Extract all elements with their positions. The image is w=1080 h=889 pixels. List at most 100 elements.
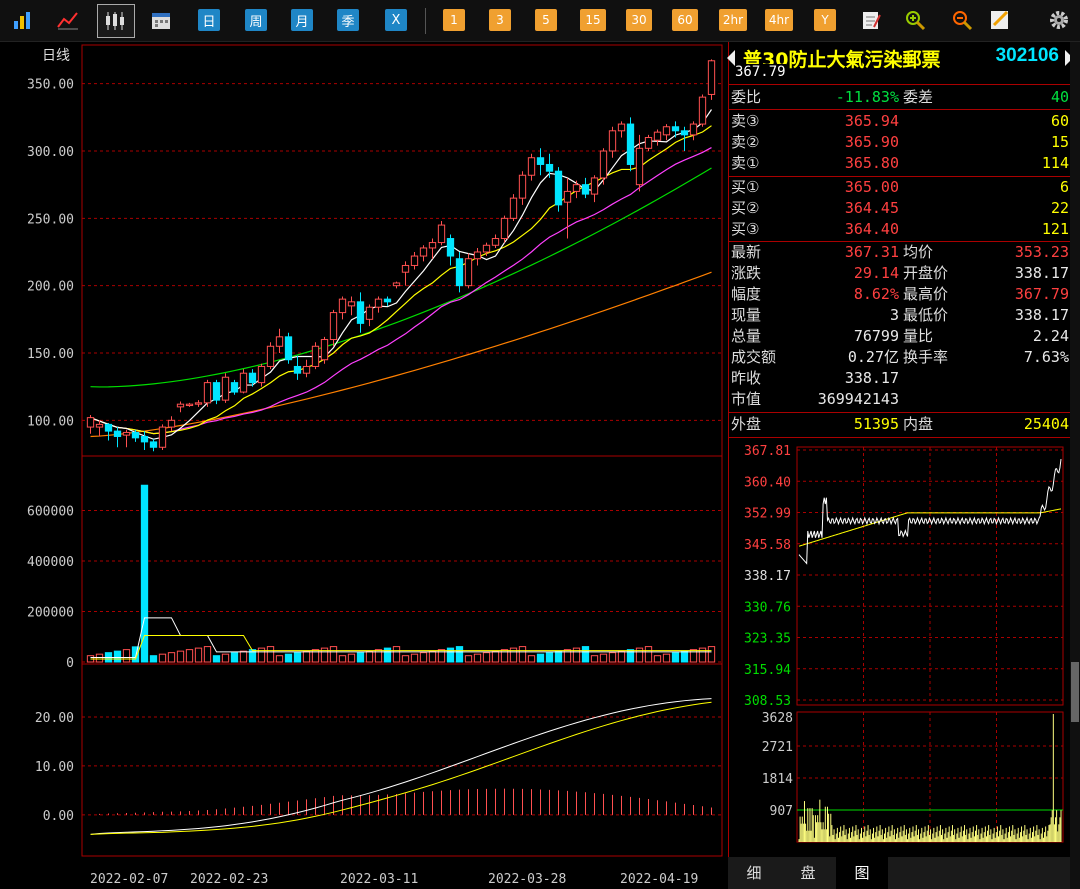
candle-body bbox=[527, 157, 536, 176]
candle-body bbox=[563, 190, 572, 203]
interval-4hr-button[interactable]: 4hr bbox=[765, 9, 793, 31]
volume-bar bbox=[617, 650, 626, 663]
candle-body bbox=[311, 345, 320, 367]
volume-bar bbox=[401, 655, 410, 663]
price-axis-label: 200.00 bbox=[27, 280, 74, 295]
interval-2hr-button[interactable]: 2hr bbox=[719, 9, 747, 31]
notepad-icon[interactable] bbox=[860, 9, 882, 31]
quote-label: 均价 bbox=[903, 243, 934, 261]
inner-label: 内盘 bbox=[903, 415, 934, 433]
line-chart-icon[interactable] bbox=[56, 9, 80, 31]
panel-tabs: 细 盘 图 bbox=[728, 857, 1080, 889]
ask-label: 卖② bbox=[731, 133, 760, 151]
macd-dif-line bbox=[90, 698, 712, 835]
period-week-button[interactable]: 周 bbox=[245, 9, 267, 31]
quote-value: 2.24 bbox=[1032, 327, 1069, 345]
tab-chart[interactable]: 图 bbox=[836, 857, 888, 889]
inner-value: 25404 bbox=[1023, 415, 1069, 433]
toolbar-divider bbox=[425, 8, 426, 34]
intraday-price-label: 323.35 bbox=[744, 632, 791, 647]
quote-value: 3 bbox=[889, 306, 899, 324]
volume-axis-label: 400000 bbox=[27, 555, 74, 570]
candlestick-icon[interactable] bbox=[97, 4, 135, 38]
candle-body bbox=[284, 336, 293, 361]
edit-icon[interactable] bbox=[989, 9, 1011, 31]
quote-row: 成交额 0.27亿 换手率 7.63% bbox=[729, 347, 1071, 368]
candle-body bbox=[275, 336, 284, 347]
period-day-button[interactable]: 日 bbox=[198, 9, 220, 31]
candle-body bbox=[131, 431, 140, 439]
quote-label: 量比 bbox=[903, 327, 934, 345]
volume-bar bbox=[662, 653, 671, 663]
candle-body bbox=[482, 244, 491, 253]
period-month-button[interactable]: 月 bbox=[291, 9, 313, 31]
candle-body bbox=[320, 339, 329, 361]
volume-bar bbox=[455, 646, 464, 663]
volume-bar bbox=[347, 653, 356, 663]
tab-book[interactable]: 盘 bbox=[782, 857, 834, 889]
volume-axis-label: 0 bbox=[66, 656, 74, 671]
candle-body bbox=[176, 403, 185, 408]
volume-bar bbox=[482, 652, 491, 663]
candle-body bbox=[644, 137, 653, 149]
volume-bar bbox=[167, 652, 176, 663]
candle-body bbox=[302, 365, 311, 374]
gear-icon[interactable] bbox=[1046, 9, 1072, 31]
bar-chart-icon[interactable] bbox=[12, 9, 34, 31]
ma20-line bbox=[90, 147, 712, 435]
period-quarter-button[interactable]: 季 bbox=[337, 9, 359, 31]
divider bbox=[729, 412, 1071, 413]
intraday-volume-label: 1814 bbox=[762, 772, 793, 787]
ma5-line bbox=[90, 109, 712, 440]
quote-row: 昨收 338.17 bbox=[729, 368, 1071, 389]
candle-body bbox=[221, 376, 230, 401]
candle-body bbox=[599, 150, 608, 179]
zoom-out-icon[interactable] bbox=[951, 9, 973, 31]
ask-row: 卖③ 365.94 60 bbox=[729, 111, 1071, 132]
chart-canvas[interactable]: 日线 350.00 300.00 250.00 200.00 150.00 100.00 6… bbox=[0, 42, 728, 889]
quote-value: 76799 bbox=[853, 327, 899, 345]
interval-5-button[interactable]: 5 bbox=[535, 9, 557, 31]
tab-detail[interactable]: 细 bbox=[728, 857, 780, 889]
volume-bar bbox=[122, 649, 131, 663]
volume-bar bbox=[392, 646, 401, 663]
kline-chart[interactable]: 日线 350.00 300.00 250.00 200.00 150.00 100.00 6… bbox=[0, 42, 728, 889]
candle-body bbox=[455, 258, 464, 287]
volume-bar bbox=[329, 646, 338, 663]
volume-bar bbox=[581, 646, 590, 663]
interval-year-button[interactable]: Y bbox=[814, 9, 836, 31]
intraday-price-label: 360.40 bbox=[744, 475, 791, 490]
candle-body bbox=[500, 217, 509, 240]
interval-30-button[interactable]: 30 bbox=[626, 9, 652, 31]
candle-body bbox=[518, 174, 527, 199]
outer-value: 51395 bbox=[853, 415, 899, 433]
candle-body bbox=[572, 184, 581, 192]
intraday-chart[interactable]: 367.81 360.40 352.99 345.58 338.17 330.76 323.… bbox=[729, 442, 1071, 862]
candle-body bbox=[626, 123, 635, 165]
candle-body bbox=[266, 345, 275, 367]
scrollbar[interactable] bbox=[1070, 42, 1080, 889]
zoom-in-icon[interactable] bbox=[904, 9, 926, 31]
volume-bar bbox=[554, 650, 563, 663]
candle-body bbox=[122, 431, 131, 436]
scrollbar-thumb[interactable] bbox=[1071, 662, 1079, 722]
bid-price: 364.40 bbox=[844, 220, 899, 238]
quote-label: 换手率 bbox=[903, 348, 949, 366]
candle-body bbox=[95, 423, 104, 428]
calendar-icon[interactable] bbox=[150, 9, 172, 31]
date-label: 2022-02-07 bbox=[90, 872, 168, 887]
volume-bar bbox=[590, 655, 599, 663]
volume-axis-label: 600000 bbox=[27, 505, 74, 520]
volume-bar bbox=[176, 650, 185, 663]
volume-bar bbox=[491, 650, 500, 663]
interval-60-button[interactable]: 60 bbox=[672, 9, 698, 31]
interval-1-button[interactable]: 1 bbox=[443, 9, 465, 31]
candle-body bbox=[383, 298, 392, 303]
candle-body bbox=[419, 247, 428, 257]
macd-axis-label: 20.00 bbox=[35, 711, 74, 726]
interval-15-button[interactable]: 15 bbox=[580, 9, 606, 31]
interval-3-button[interactable]: 3 bbox=[489, 9, 511, 31]
period-x-button[interactable]: X bbox=[385, 9, 407, 31]
volume-bar bbox=[356, 652, 365, 663]
quote-panel: 普30防止大氣污染郵票 302106 367.79 委比 -11.83% 委差 … bbox=[727, 42, 1073, 889]
